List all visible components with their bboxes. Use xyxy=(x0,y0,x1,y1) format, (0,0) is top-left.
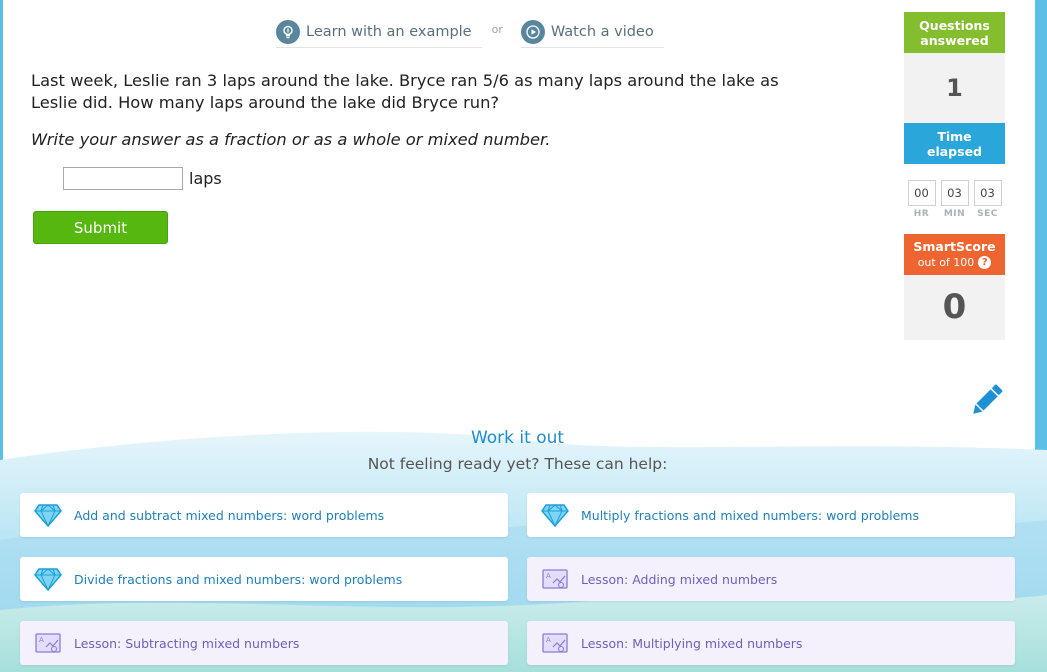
resource-card-lesson-multiplying[interactable]: A Lesson: Multiplying mixed numbers xyxy=(527,621,1015,665)
lesson-icon: A xyxy=(541,630,569,656)
submit-button[interactable]: Submit xyxy=(33,211,168,244)
resource-card-label: Divide fractions and mixed numbers: word… xyxy=(74,571,403,587)
stats-sidebar: Questions answered 1 Time elapsed 00 03 … xyxy=(904,12,1005,340)
smartscore-value: 0 xyxy=(904,275,1005,340)
answer-input[interactable] xyxy=(63,167,183,190)
resource-card-lesson-subtracting[interactable]: A Lesson: Subtracting mixed numbers xyxy=(20,621,508,665)
resource-card-lesson-adding[interactable]: A Lesson: Adding mixed numbers xyxy=(527,557,1015,601)
resource-card-label: Lesson: Adding mixed numbers xyxy=(581,571,778,587)
seconds-value: 03 xyxy=(973,180,1002,206)
minutes-value: 03 xyxy=(940,180,969,206)
hours-value: 00 xyxy=(907,180,936,206)
minutes-label: MIN xyxy=(943,209,966,219)
smartscore-label: SmartScore xyxy=(913,239,996,254)
watch-video-label: Watch a video xyxy=(550,23,654,40)
resource-card-label: Add and subtract mixed numbers: word pro… xyxy=(74,507,385,523)
questions-answered-value: 1 xyxy=(904,53,1005,123)
answer-unit: laps xyxy=(189,169,222,188)
help-question-icon[interactable]: ? xyxy=(978,256,992,269)
smartscore-header: SmartScore out of 100 ? xyxy=(904,234,1005,275)
play-icon xyxy=(520,19,545,44)
svg-text:A: A xyxy=(39,636,44,644)
hours-label: HR xyxy=(913,209,930,219)
lesson-icon: A xyxy=(541,566,569,592)
watch-video-link[interactable]: Watch a video xyxy=(520,16,664,48)
learn-with-example-link[interactable]: Learn with an example xyxy=(276,16,482,48)
resource-card-label: Multiply fractions and mixed numbers: wo… xyxy=(581,507,920,523)
pencil-icon[interactable] xyxy=(966,382,1006,420)
svg-text:A: A xyxy=(546,636,551,644)
help-links: Learn with an example or Watch a video xyxy=(276,16,664,48)
smartscore-sub-label: out of 100 xyxy=(917,256,975,269)
diamond-icon xyxy=(34,566,62,592)
questions-answered-label-1: Questions xyxy=(919,17,990,33)
answer-row: laps xyxy=(63,167,222,190)
time-elapsed-panel: 00 03 03 HR MIN SEC xyxy=(904,164,1005,234)
diamond-icon xyxy=(541,502,569,528)
time-elapsed-header: Time elapsed xyxy=(904,123,1005,164)
seconds-label: SEC xyxy=(977,209,998,219)
questions-answered-header: Questions answered xyxy=(904,12,1005,53)
questions-answered-label-2: answered xyxy=(920,32,989,48)
lightbulb-icon xyxy=(276,19,300,44)
work-it-out-subtitle: Not feeling ready yet? These can help: xyxy=(367,455,668,473)
resource-card-label: Lesson: Multiplying mixed numbers xyxy=(581,635,803,651)
time-elapsed-label-1: Time xyxy=(937,128,972,144)
answer-instruction: Write your answer as a fraction or as a … xyxy=(31,130,551,149)
resource-card-label: Lesson: Subtracting mixed numbers xyxy=(74,635,300,651)
resource-card-multiply-fractions[interactable]: Multiply fractions and mixed numbers: wo… xyxy=(527,493,1015,537)
or-separator: or xyxy=(491,22,503,36)
svg-text:A: A xyxy=(546,572,551,580)
question-text: Last week, Leslie ran 3 laps around the … xyxy=(31,71,779,112)
work-it-out-title: Work it out xyxy=(470,428,565,448)
resource-card-divide-fractions[interactable]: Divide fractions and mixed numbers: word… xyxy=(20,557,508,601)
lesson-icon: A xyxy=(34,630,62,656)
diamond-icon xyxy=(34,502,62,528)
resource-card-add-subtract-mixed[interactable]: Add and subtract mixed numbers: word pro… xyxy=(20,493,508,537)
time-elapsed-label-2: elapsed xyxy=(926,143,982,159)
learn-with-example-label: Learn with an example xyxy=(306,23,472,40)
